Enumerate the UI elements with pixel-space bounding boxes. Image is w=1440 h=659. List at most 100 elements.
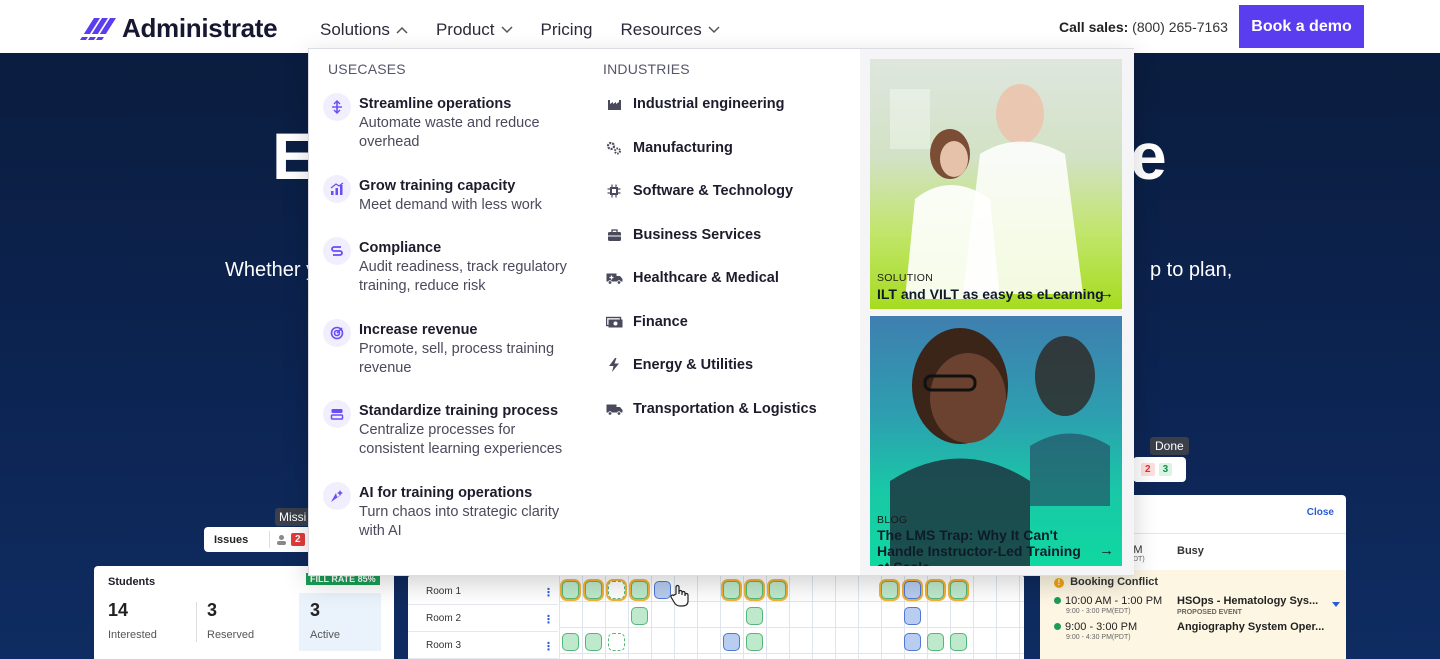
usecase-title: Standardize training process xyxy=(359,403,559,419)
conflict-event-sub: PROPOSED EVENT xyxy=(1177,609,1242,616)
nav-solutions-label: Solutions xyxy=(320,20,390,39)
nav-product[interactable]: Product xyxy=(436,20,513,40)
main-nav: Solutions Product Pricing Resources xyxy=(320,20,748,40)
promo-kicker: SOLUTION xyxy=(877,272,934,284)
schedule-slot[interactable] xyxy=(608,581,625,599)
room-menu-icon[interactable]: ⋮ xyxy=(543,586,554,599)
done-card[interactable]: 2 3 xyxy=(1133,457,1186,482)
industry-healthcare-medical[interactable]: Healthcare & Medical xyxy=(605,270,779,286)
schedule-slot[interactable] xyxy=(950,581,967,599)
industry-label: Industrial engineering xyxy=(633,96,785,112)
room-label: Room 3 xyxy=(426,640,462,651)
usecase-increase-revenue[interactable]: Increase revenue Promote, sell, process … xyxy=(323,319,573,378)
schedule-slot[interactable] xyxy=(723,581,740,599)
money-icon xyxy=(605,314,623,330)
arrow-right-icon: → xyxy=(1099,285,1114,302)
chevron-down-icon xyxy=(501,26,513,34)
schedule-slot[interactable] xyxy=(950,633,967,651)
usecase-title: Increase revenue xyxy=(359,322,478,338)
promo-kicker: BLOG xyxy=(877,514,908,526)
done-green-count: 3 xyxy=(1158,463,1173,476)
industry-business-services[interactable]: Business Services xyxy=(605,227,761,243)
missing-tooltip: Missi xyxy=(275,508,311,526)
ambulance-icon xyxy=(605,270,623,286)
standardize-icon xyxy=(323,400,351,428)
schedule-slot[interactable] xyxy=(585,581,602,599)
stat-value: 3 xyxy=(310,600,321,620)
schedule-slot[interactable] xyxy=(562,581,579,599)
industry-label: Software & Technology xyxy=(633,183,794,199)
nav-pricing[interactable]: Pricing xyxy=(541,20,593,40)
schedule-slot[interactable] xyxy=(723,633,740,651)
usecase-streamline[interactable]: Streamline operations Automate waste and… xyxy=(323,93,573,152)
conflict-event[interactable]: Angiography System Oper... xyxy=(1177,621,1324,633)
usecases-heading: USECASES xyxy=(328,61,406,77)
room-menu-icon[interactable]: ⋮ xyxy=(543,613,554,626)
growth-chart-icon xyxy=(323,175,351,203)
stat-label: Active xyxy=(310,629,340,641)
logo[interactable]: Administrate xyxy=(78,13,278,44)
book-demo-button[interactable]: Book a demo xyxy=(1239,5,1364,48)
room-row[interactable]: Room 1 ⋮ xyxy=(408,579,558,605)
industries-heading: INDUSTRIES xyxy=(603,61,690,77)
industry-label: Healthcare & Medical xyxy=(633,270,779,286)
schedule-slot[interactable] xyxy=(927,633,944,651)
industry-energy-utilities[interactable]: Energy & Utilities xyxy=(605,357,753,373)
schedule-slot[interactable] xyxy=(562,633,579,651)
issues-label: Issues xyxy=(214,533,249,546)
usecase-standardize[interactable]: Standardize training process Centralize … xyxy=(323,400,573,459)
schedule-slot[interactable] xyxy=(631,581,648,599)
call-sales-label: Call sales: xyxy=(1059,19,1129,35)
call-sales[interactable]: Call sales: (800) 265-7163 xyxy=(1059,19,1228,35)
issues-card[interactable]: Issues 2 xyxy=(204,527,312,552)
user-icon xyxy=(277,535,286,545)
usecase-compliance[interactable]: Compliance Audit readiness, track regula… xyxy=(323,237,573,296)
schedule-slot[interactable] xyxy=(769,581,786,599)
stat-value: 14 xyxy=(108,600,129,620)
arrow-right-icon: → xyxy=(1099,542,1114,559)
chevron-down-icon[interactable] xyxy=(1331,601,1341,608)
status-dot-icon xyxy=(1054,623,1061,630)
usecase-desc: Promote, sell, process training revenue xyxy=(359,341,555,376)
close-link[interactable]: Close xyxy=(1307,507,1334,518)
schedule-slot[interactable] xyxy=(585,633,602,651)
schedule-slot[interactable] xyxy=(746,581,763,599)
usecase-desc: Centralize processes for consistent lear… xyxy=(359,422,563,457)
conflict-event[interactable]: HSOps - Hematology Sys... PROPOSED EVENT xyxy=(1177,595,1318,616)
schedule-slot[interactable] xyxy=(608,633,625,651)
schedule-slot[interactable] xyxy=(927,581,944,599)
schedule-slot[interactable] xyxy=(904,607,921,625)
booking-conflict-header: ! Booking Conflict xyxy=(1054,576,1158,588)
done-red-count: 2 xyxy=(1141,463,1155,476)
industry-software-technology[interactable]: Software & Technology xyxy=(605,183,793,199)
schedule-slot[interactable] xyxy=(746,607,763,625)
schedule-grid[interactable] xyxy=(559,576,1024,659)
target-icon xyxy=(323,319,351,347)
promo-card-blog[interactable]: BLOG The LMS Trap: Why It Can't Handle I… xyxy=(870,316,1122,566)
room-row[interactable]: Room 3 ⋮ xyxy=(408,633,558,659)
usecase-ai-operations[interactable]: AI for training operations Turn chaos in… xyxy=(323,482,573,541)
usecase-title: AI for training operations xyxy=(359,485,533,501)
nav-resources[interactable]: Resources xyxy=(621,20,720,40)
room-row[interactable]: Room 2 ⋮ xyxy=(408,606,558,632)
promo-title: ILT and VILT as easy as eLearning xyxy=(877,286,1104,302)
schedule-slot[interactable] xyxy=(631,607,648,625)
promo-card-solution[interactable]: SOLUTION ILT and VILT as easy as eLearni… xyxy=(870,59,1122,309)
industry-manufacturing[interactable]: Manufacturing xyxy=(605,140,733,156)
schedule-slot[interactable] xyxy=(904,581,921,599)
logo-mark-icon xyxy=(78,17,118,40)
usecase-grow-capacity[interactable]: Grow training capacity Meet demand with … xyxy=(323,175,573,215)
industry-industrial-engineering[interactable]: Industrial engineering xyxy=(605,96,784,112)
nav-pricing-label: Pricing xyxy=(540,20,593,39)
conflict-event-title: Angiography System Oper... xyxy=(1177,621,1325,633)
industry-label: Manufacturing xyxy=(633,140,733,156)
hero-title-fragment-right: e xyxy=(1130,119,1167,193)
industry-transportation-logistics[interactable]: Transportation & Logistics xyxy=(605,401,817,417)
hand-cursor-icon xyxy=(670,584,689,607)
schedule-slot[interactable] xyxy=(746,633,763,651)
schedule-slot[interactable] xyxy=(881,581,898,599)
industry-finance[interactable]: Finance xyxy=(605,314,688,330)
room-menu-icon[interactable]: ⋮ xyxy=(543,640,554,653)
schedule-slot[interactable] xyxy=(904,633,921,651)
nav-solutions[interactable]: Solutions xyxy=(320,20,408,40)
